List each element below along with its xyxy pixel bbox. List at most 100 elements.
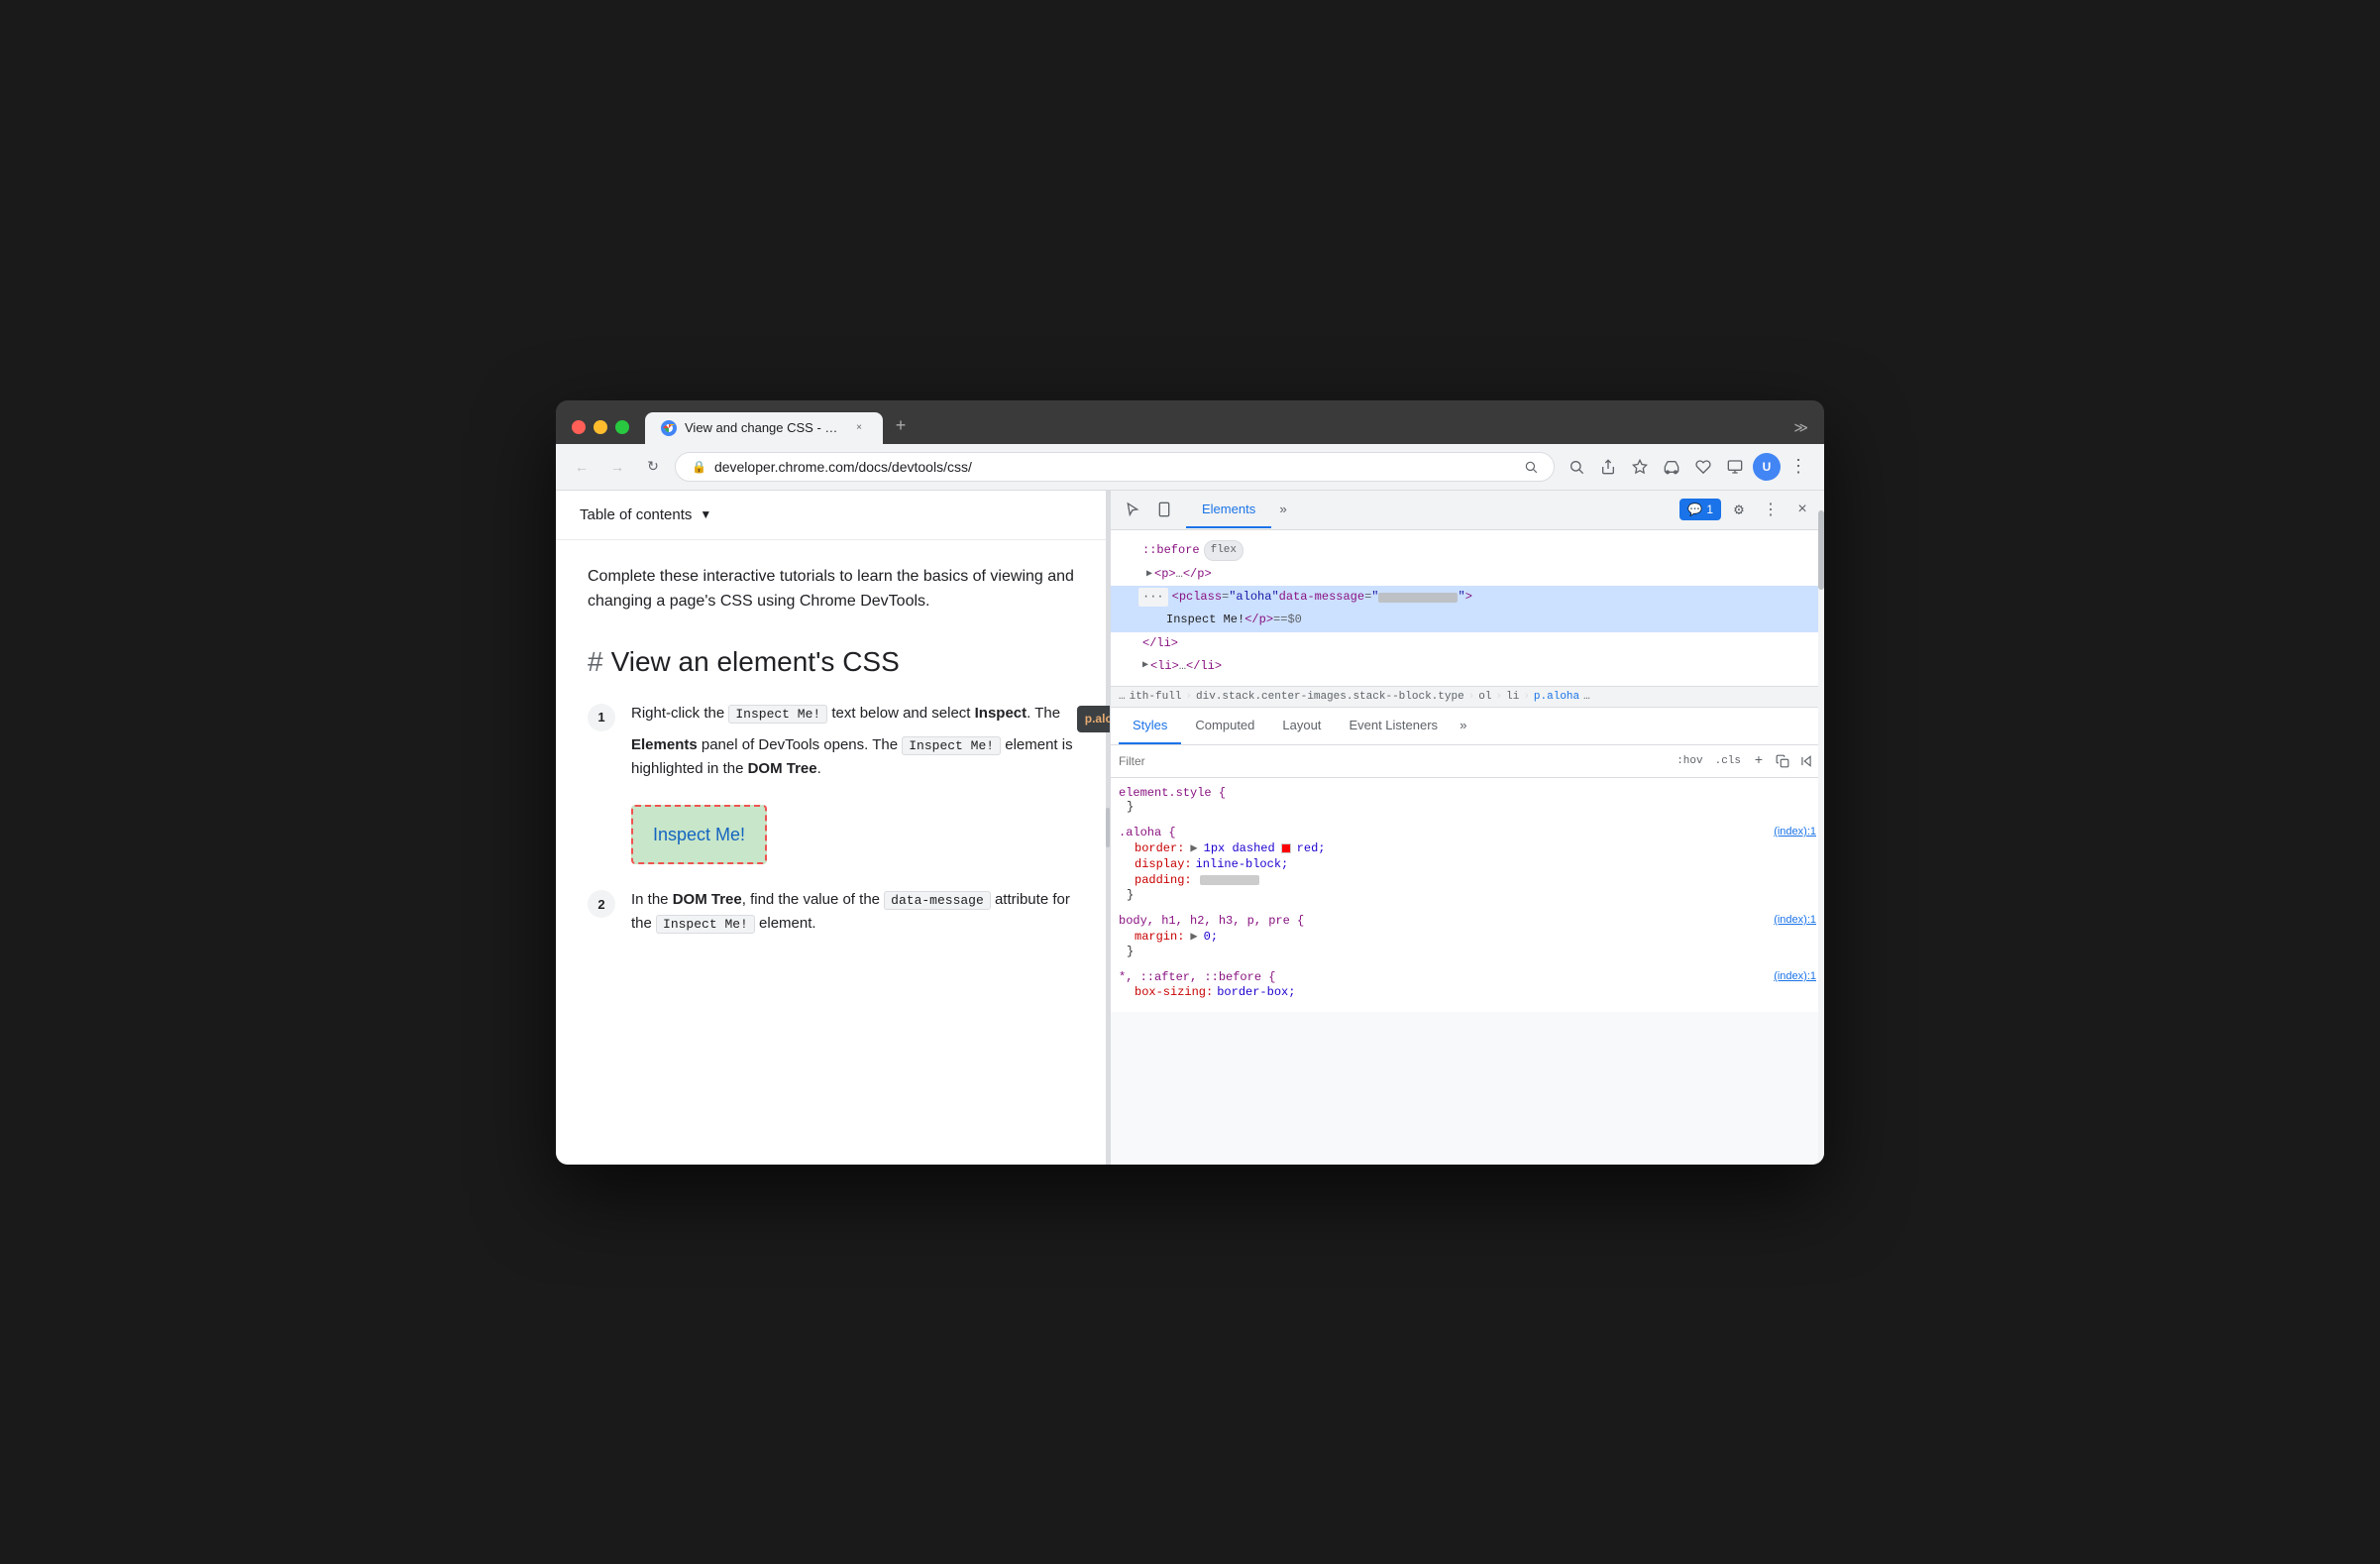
table-of-contents-bar[interactable]: Table of contents ▼ [556,491,1110,540]
dom-flex-badge: flex [1204,540,1244,562]
maximize-window-button[interactable] [615,420,629,434]
devtools-scrollbar[interactable] [1818,491,1824,1165]
breadcrumb-sep-4: › [1523,691,1530,703]
dom-tag-li-close: </li> [1186,657,1222,676]
tab-computed[interactable]: Computed [1181,708,1268,744]
filter-actions: :hov .cls + [1673,751,1816,771]
css-source-body[interactable]: (index):1 [1774,914,1816,926]
breadcrumb-paloha[interactable]: p.aloha [1534,691,1579,703]
css-prop-value-box-sizing: border-box; [1217,985,1295,999]
page-intro: Complete these interactive tutorials to … [588,564,1078,614]
css-rule-element-style: element.style { } [1111,782,1824,818]
tab-styles[interactable]: Styles [1119,708,1181,744]
cut-icon[interactable] [1658,453,1685,481]
toc-chevron-icon: ▼ [700,507,711,521]
css-rules: element.style { } .aloha { (index):1 bor… [1111,778,1824,1012]
copy-styles-icon[interactable] [1773,751,1792,771]
css-source-aloha[interactable]: (index):1 [1774,826,1816,838]
add-style-icon[interactable]: + [1749,751,1769,771]
dom-line-before[interactable]: ::before flex [1111,538,1824,564]
css-prop-value-margin: 0; [1204,930,1218,944]
css-prop-name-padding: padding: [1135,873,1192,887]
step-text-2: In the DOM Tree, find the value of the d… [631,888,1078,936]
forward-button[interactable]: → [603,453,631,481]
browser-more-icon[interactable]: ⋮ [1785,453,1812,481]
browser-window: View and change CSS - Chrom… × + ≫ ← → ↻… [556,400,1824,1165]
dom-equals-sign: == [1273,611,1287,629]
title-bar: View and change CSS - Chrom… × + ≫ [556,400,1824,444]
dom-tag-li: <li> [1150,657,1179,676]
breadcrumb-ol[interactable]: ol [1478,691,1491,703]
divider[interactable] [1106,491,1110,1165]
step-item-2: 2 In the DOM Tree, find the value of the… [588,888,1078,936]
section-title: # View an element's CSS [588,646,1078,678]
profile-icon[interactable] [1721,453,1749,481]
toggle-changes-icon[interactable] [1796,751,1816,771]
user-avatar[interactable]: U [1753,453,1781,481]
new-tab-button[interactable]: + [887,412,915,440]
reload-button[interactable]: ↻ [639,453,667,481]
breadcrumb-div[interactable]: div.stack.center-images.stack--block.typ… [1196,691,1464,703]
extensions-icon[interactable] [1689,453,1717,481]
breadcrumb-sep-1: › [1185,691,1192,703]
minimize-window-button[interactable] [594,420,607,434]
nav-bar: ← → ↻ 🔒 developer.chrome.com/docs/devtoo… [556,444,1824,491]
devtools-more-icon[interactable]: ⋮ [1757,496,1785,523]
dom-tree: ::before flex ▶ <p> … </p> ··· < p [1111,530,1824,688]
address-bar[interactable]: 🔒 developer.chrome.com/docs/devtools/css… [675,452,1555,482]
dom-class-value: "aloha" [1229,588,1278,607]
dom-line-aloha[interactable]: ··· < p class = "aloha" data-message = "… [1111,586,1824,609]
css-source-universal[interactable]: (index):1 [1774,970,1816,982]
dom-line-li[interactable]: ▶ <li> … </li> [1111,655,1824,678]
tab-event-listeners[interactable]: Event Listeners [1335,708,1452,744]
close-window-button[interactable] [572,420,586,434]
dom-ellipsis-li: … [1179,657,1186,676]
css-prop-name-border: border: [1135,841,1184,855]
dom-tag-name: p [1179,588,1186,607]
devtools-header-actions: 💬 1 ⚙ ⋮ × [1679,496,1816,523]
back-button[interactable]: ← [568,453,595,481]
page-content: Table of contents ▼ Complete these inter… [556,491,1111,1165]
inspect-me-inline-code-2: Inspect Me! [902,736,1001,755]
chat-badge[interactable]: 💬 1 [1679,499,1721,520]
dom-line-li-close[interactable]: </li> [1111,632,1824,655]
devtools-settings-icon[interactable]: ⚙ [1725,496,1753,523]
browser-content: Table of contents ▼ Complete these inter… [556,491,1824,1165]
styles-tab-more[interactable]: » [1452,709,1475,743]
breadcrumb-li[interactable]: li [1506,691,1519,703]
dom-more-btn[interactable]: ··· [1138,588,1168,607]
browser-search-icon[interactable] [1563,453,1590,481]
browser-tab-active[interactable]: View and change CSS - Chrom… × [645,412,883,444]
filter-input[interactable] [1119,754,1665,768]
dom-line-inspect-text[interactable]: Inspect Me! </p> == $0 [1111,609,1824,631]
device-toolbar-icon[interactable] [1150,496,1178,523]
dom-li-close: </li> [1142,634,1178,653]
dom-triangle-li[interactable]: ▶ [1142,658,1148,674]
css-prop-value-border: 1px dashed [1204,841,1275,855]
css-rule-body-header: body, h1, h2, h3, p, pre { (index):1 [1119,914,1816,928]
css-prop-name-box-sizing: box-sizing: [1135,985,1213,999]
tab-elements[interactable]: Elements [1186,492,1271,528]
devtools-close-icon[interactable]: × [1788,496,1816,523]
tab-menu-button[interactable]: ≫ [1793,419,1808,444]
css-rule-universal: *, ::after, ::before { (index):1 box-siz… [1111,966,1824,1004]
css-prop-padding: padding: [1119,872,1816,888]
breadcrumb-ith-full[interactable]: ith-full [1130,691,1182,703]
bookmark-icon[interactable] [1626,453,1654,481]
inspect-me-container[interactable]: Inspect Me! [631,805,767,865]
css-padding-blurred [1200,875,1259,885]
element-inspector-icon[interactable] [1119,496,1146,523]
hov-button[interactable]: :hov [1673,753,1706,769]
devtools-tab-more[interactable]: » [1271,493,1295,527]
cls-button[interactable]: .cls [1711,753,1745,769]
tab-close-button[interactable]: × [851,420,867,436]
chat-count: 1 [1706,503,1713,516]
dom-triangle-p[interactable]: ▶ [1146,567,1152,583]
tab-layout[interactable]: Layout [1268,708,1335,744]
dom-blurred-value [1378,593,1458,603]
share-icon[interactable] [1594,453,1622,481]
css-prop-name-display: display: [1135,857,1192,871]
dom-line-p[interactable]: ▶ <p> … </p> [1111,563,1824,586]
css-brace-body-close: } [1119,945,1816,958]
css-color-swatch-red[interactable] [1281,843,1291,853]
